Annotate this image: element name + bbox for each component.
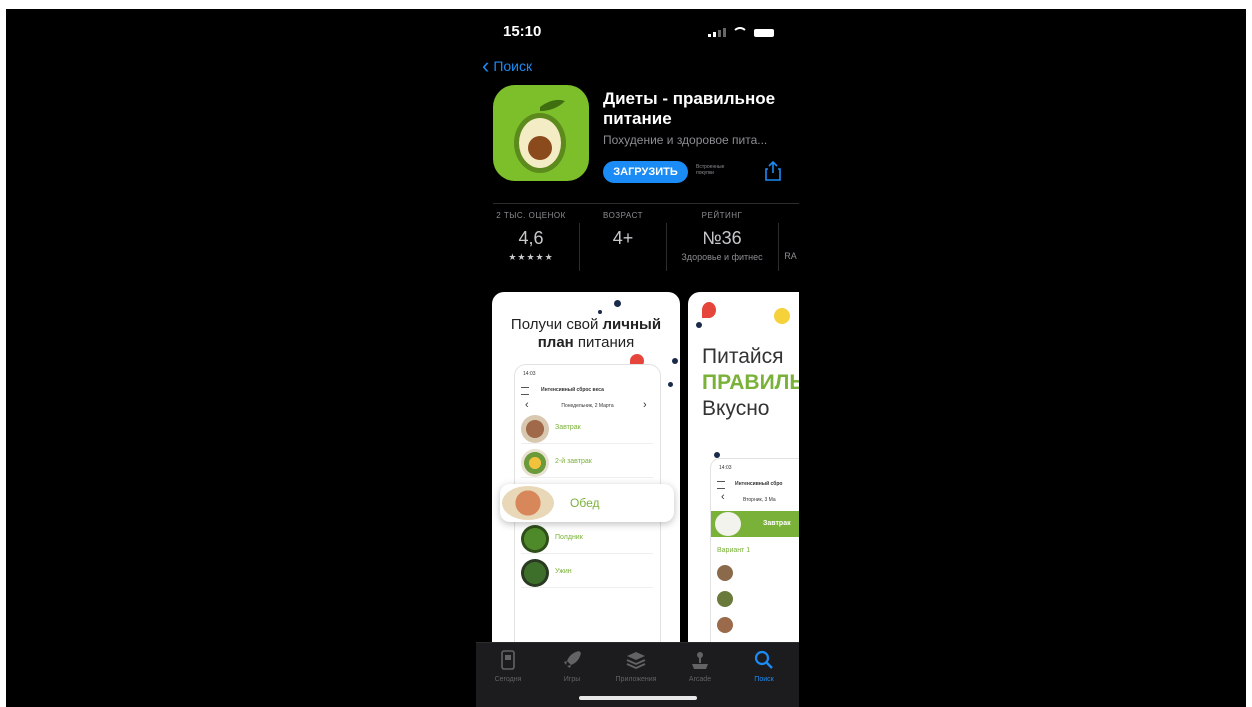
back-label: Поиск [493, 58, 533, 74]
meal-label: Полдник [555, 534, 583, 541]
food-thumb [717, 617, 733, 633]
get-button[interactable]: ЗАГРУЗИТЬ [603, 161, 688, 183]
meal-row: 2-й завтрак [521, 449, 653, 478]
blueberry-decor [668, 382, 673, 387]
meal-photo [521, 449, 549, 477]
today-icon [501, 650, 515, 670]
stat-chart: РЕЙТИНГ №36 Здоровье и фитнес [670, 211, 774, 262]
tab-today[interactable]: Сегодня [476, 649, 540, 683]
stat-category: Здоровье и фитнес [681, 252, 763, 262]
screenshot-2[interactable]: Питайся ПРАВИЛЬ Вкусно 14:03 Интенсивный… [688, 292, 799, 672]
lunch-label: Обед [570, 496, 600, 510]
screenshot-1-heading: Получи свой личный план питания [510, 316, 662, 351]
blueberry-decor [598, 310, 602, 314]
stat-developer: RA [782, 211, 799, 261]
tab-label: Поиск [754, 676, 774, 683]
tab-apps[interactable]: Приложения [604, 649, 668, 683]
chevron-right-icon: › [643, 399, 647, 411]
tab-search[interactable]: Поиск [732, 649, 796, 683]
meal-label: Ужин [555, 568, 572, 575]
home-indicator [579, 696, 697, 700]
stat-age: ВОЗРАСТ 4+ [586, 211, 660, 249]
stat-value: №36 [702, 228, 742, 248]
stat-header: ВОЗРАСТ [603, 211, 643, 220]
screenshot-1[interactable]: Получи свой личный план питания 14:03 Ин… [492, 292, 680, 672]
app-icon [493, 85, 589, 181]
stat-separator [666, 223, 667, 271]
meal-row: Завтрак [521, 415, 653, 444]
tab-games[interactable]: Игры [540, 649, 604, 683]
app-subtitle: Похудение и здоровое пита... [603, 133, 768, 147]
wifi-icon [732, 27, 748, 37]
tab-label: Игры [563, 676, 581, 683]
tab-label: Arcade [688, 676, 712, 683]
header-divider [493, 203, 799, 204]
stat-ratings: 2 ТЫС. ОЦЕНОК 4,6 ★★★★★ [490, 211, 572, 263]
app-title: Диеты - правильное питание [603, 89, 776, 128]
banner-label: Завтрак [763, 520, 791, 527]
meal-row: Полдник [521, 525, 653, 554]
rocket-icon [564, 651, 581, 668]
stat-developer-label: RA [784, 251, 797, 261]
inner-phone-title: Интенсивный сброс веса [541, 387, 604, 393]
joystick-icon [692, 652, 708, 669]
meal-label: 2-й завтрак [555, 458, 592, 465]
chevron-left-icon: ‹ [721, 491, 725, 503]
stat-value: 4,6 [518, 228, 544, 248]
meal-label: Завтрак [555, 424, 581, 431]
stat-header: 2 ТЫС. ОЦЕНОК [496, 211, 566, 220]
meal-row: Ужин [521, 559, 653, 588]
stars-icon: ★★★★★ [508, 252, 554, 262]
inner-phone-mockup: 14:03 Интенсивный сбро ‹ Вторник, 3 Ма З… [710, 458, 799, 672]
meal-photo [715, 512, 741, 536]
inner-phone-time: 14:03 [719, 465, 732, 471]
stat-separator [778, 223, 779, 271]
lunch-highlight-card: Обед [500, 484, 674, 522]
strawberry-decor [702, 302, 716, 318]
tab-arcade[interactable]: Arcade [668, 649, 732, 683]
meal-photo [502, 486, 554, 520]
blueberry-decor [672, 358, 678, 364]
battery-icon [754, 29, 774, 37]
phone-screen: 15:10 ‹ Поиск Диеты - правильное питание… [476, 9, 799, 707]
inner-phone-title: Интенсивный сбро [735, 481, 783, 487]
stat-header: РЕЙТИНГ [701, 211, 743, 220]
stat-separator [579, 223, 580, 271]
tab-label: Приложения [615, 676, 657, 683]
stat-value: 4+ [612, 228, 634, 248]
inner-phone-date: Понедельник, 2 Марта [561, 403, 614, 409]
search-icon [754, 650, 773, 669]
share-icon[interactable] [764, 160, 782, 181]
food-thumb [717, 591, 733, 607]
blueberry-decor [614, 300, 621, 307]
apps-stack-icon [626, 652, 646, 669]
variant-label: Вариант 1 [717, 547, 751, 554]
meal-photo [521, 525, 549, 553]
status-time: 15:10 [503, 23, 542, 40]
menu-icon [717, 481, 725, 489]
back-button[interactable]: ‹ Поиск [482, 53, 533, 78]
meal-photo [521, 415, 549, 443]
chevron-left-icon: ‹ [482, 53, 490, 78]
lemon-decor [774, 308, 790, 324]
breakfast-banner: Завтрак [711, 511, 799, 537]
in-app-purchases-note: Встроенные покупки [696, 164, 725, 176]
signal-icon [708, 28, 726, 37]
menu-icon [521, 387, 529, 395]
tab-label: Сегодня [494, 676, 522, 683]
screen: 15:10 ‹ Поиск Диеты - правильное питание… [6, 9, 1246, 707]
inner-phone-date: Вторник, 3 Ма [743, 497, 776, 503]
inner-phone-time: 14:03 [523, 371, 536, 377]
status-icons [708, 27, 774, 37]
screenshot-2-heading: Питайся ПРАВИЛЬ Вкусно [702, 345, 799, 420]
blueberry-decor [696, 322, 702, 328]
meal-photo [521, 559, 549, 587]
food-thumb [717, 565, 733, 581]
